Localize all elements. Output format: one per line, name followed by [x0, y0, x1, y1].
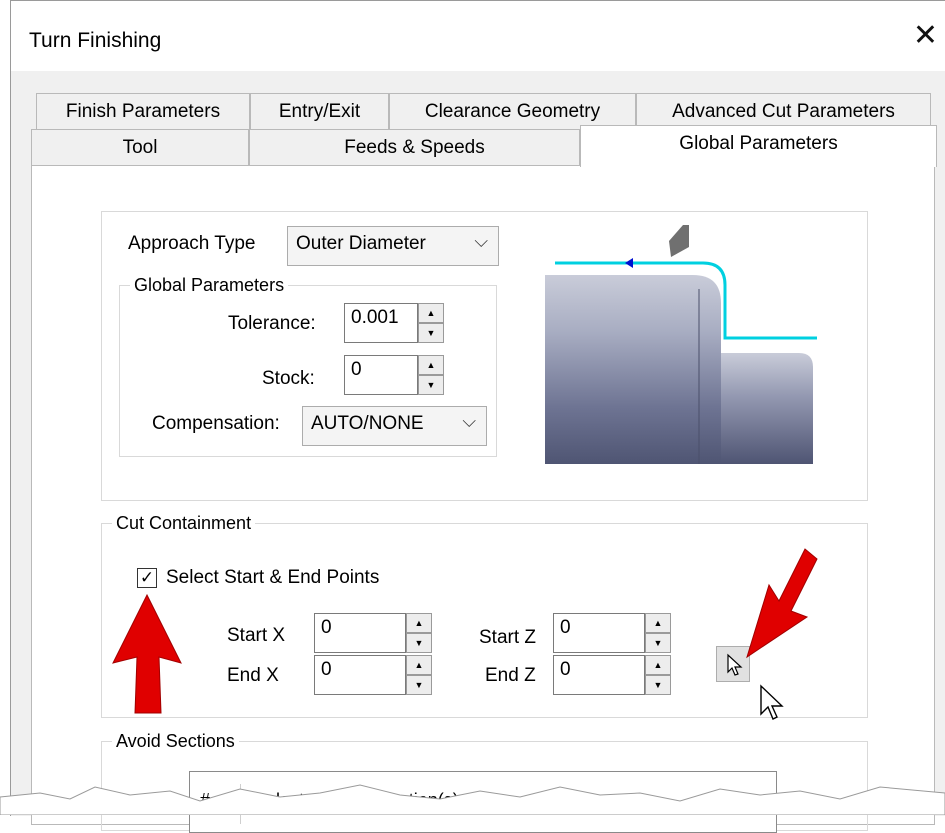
spin-up-icon[interactable]: ▲	[406, 613, 432, 633]
spin-down-icon[interactable]: ▼	[645, 675, 671, 695]
select-start-end-checkbox[interactable]: ✓	[137, 568, 157, 588]
spin-up-icon[interactable]: ▲	[645, 613, 671, 633]
red-arrow-annotation	[112, 593, 182, 714]
end-z-label: End Z	[485, 665, 536, 686]
chevron-down-icon: ⌵	[462, 411, 476, 432]
tab-finish-parameters[interactable]: Finish Parameters	[36, 93, 250, 129]
tab-advanced-cut-parameters[interactable]: Advanced Cut Parameters	[636, 93, 931, 129]
spin-down-icon[interactable]: ▼	[418, 375, 444, 395]
torn-edge	[0, 784, 945, 815]
tab-entry-exit[interactable]: Entry/Exit	[250, 93, 389, 129]
start-x-spinner[interactable]: ▲ ▼	[406, 613, 432, 653]
compensation-select[interactable]: AUTO/NONE ⌵	[302, 406, 487, 446]
approach-type-label: Approach Type	[128, 233, 256, 254]
tab-feeds-speeds[interactable]: Feeds & Speeds	[249, 129, 580, 166]
mouse-pointer-icon	[760, 684, 784, 720]
stock-spinner[interactable]: ▲ ▼	[418, 355, 444, 395]
cutting-tool-icon	[669, 225, 689, 257]
cut-containment-legend: Cut Containment	[112, 513, 256, 534]
approach-type-select[interactable]: Outer Diameter ⌵	[287, 226, 499, 266]
stock-label: Stock:	[262, 368, 315, 389]
spin-down-icon[interactable]: ▼	[406, 675, 432, 695]
chevron-down-icon: ⌵	[474, 231, 488, 252]
start-z-input[interactable]: 0	[553, 613, 645, 653]
spin-up-icon[interactable]: ▲	[406, 655, 432, 675]
red-arrow-annotation	[746, 548, 818, 659]
tolerance-spinner[interactable]: ▲ ▼	[418, 303, 444, 343]
tab-tool[interactable]: Tool	[31, 129, 249, 166]
dialog-window: Turn Finishing ✕ Finish Parameters Entry…	[10, 0, 945, 833]
spin-down-icon[interactable]: ▼	[645, 633, 671, 653]
tolerance-label: Tolerance:	[228, 313, 316, 334]
spin-up-icon[interactable]: ▲	[418, 355, 444, 375]
stock-input[interactable]: 0	[344, 355, 418, 395]
end-z-spinner[interactable]: ▲ ▼	[645, 655, 671, 695]
end-x-label: End X	[227, 665, 279, 686]
tolerance-input[interactable]: 0.001	[344, 303, 418, 343]
start-x-label: Start X	[227, 625, 286, 646]
end-z-input[interactable]: 0	[553, 655, 645, 695]
tab-clearance-geometry[interactable]: Clearance Geometry	[389, 93, 636, 129]
global-parameters-legend: Global Parameters	[130, 275, 289, 296]
close-icon[interactable]: ✕	[913, 21, 938, 51]
start-z-spinner[interactable]: ▲ ▼	[645, 613, 671, 653]
direction-arrow-icon	[625, 258, 633, 268]
approach-type-value: Outer Diameter	[296, 233, 426, 254]
compensation-label: Compensation:	[152, 413, 280, 434]
spin-down-icon[interactable]: ▼	[418, 323, 444, 343]
select-start-end-label: Select Start & End Points	[166, 567, 380, 588]
dialog-title: Turn Finishing	[29, 29, 162, 52]
start-z-label: Start Z	[479, 627, 537, 648]
spin-down-icon[interactable]: ▼	[406, 633, 432, 653]
compensation-value: AUTO/NONE	[311, 413, 424, 434]
title-bar: Turn Finishing ✕	[11, 1, 945, 71]
end-x-spinner[interactable]: ▲ ▼	[406, 655, 432, 695]
large-diameter-section	[545, 275, 721, 464]
small-diameter-section	[721, 353, 813, 464]
spin-up-icon[interactable]: ▲	[418, 303, 444, 323]
tab-global-parameters[interactable]: Global Parameters	[580, 125, 937, 167]
start-x-input[interactable]: 0	[314, 613, 406, 653]
turn-finishing-illustration	[545, 225, 817, 464]
avoid-sections-legend: Avoid Sections	[112, 731, 239, 752]
spin-up-icon[interactable]: ▲	[645, 655, 671, 675]
end-x-input[interactable]: 0	[314, 655, 406, 695]
